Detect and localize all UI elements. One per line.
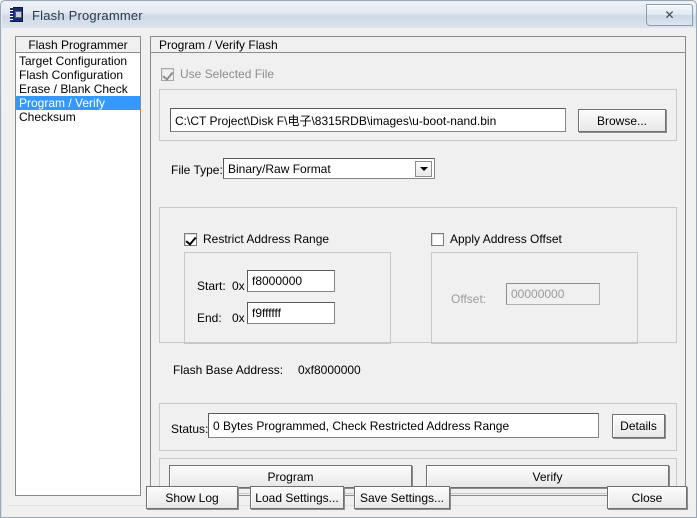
file-type-label: File Type: — [171, 163, 223, 177]
end-address-input[interactable]: f9ffffff — [247, 302, 335, 324]
use-selected-file-checkbox[interactable]: Use Selected File — [161, 67, 274, 81]
details-button[interactable]: Details — [612, 414, 665, 438]
restrict-range-subgroup — [184, 252, 391, 344]
save-settings-button[interactable]: Save Settings... — [354, 486, 450, 509]
show-log-button[interactable]: Show Log — [146, 486, 238, 509]
status-label: Status: — [171, 422, 209, 436]
checkbox-box-icon — [184, 232, 197, 246]
verify-button[interactable]: Verify — [426, 465, 669, 488]
status-input[interactable]: 0 Bytes Programmed, Check Restricted Add… — [208, 413, 599, 438]
flash-programmer-window: Flash Programmer ✕ Flash Programmer Targ… — [0, 0, 697, 518]
start-prefix-label: 0x — [232, 279, 245, 293]
apply-address-offset-checkbox[interactable]: Apply Address Offset — [431, 232, 562, 246]
file-path-input[interactable]: C:\CT Project\Disk F\电子\8315RDB\images\u… — [170, 108, 566, 132]
load-settings-button[interactable]: Load Settings... — [250, 486, 344, 509]
sidebar-item-erase-blank-check[interactable]: Erase / Blank Check — [16, 82, 140, 96]
checkbox-box-icon — [161, 67, 174, 81]
sidebar-item-program-verify[interactable]: Program / Verify — [16, 96, 140, 110]
use-selected-file-label: Use Selected File — [180, 67, 275, 81]
sidebar-list[interactable]: Target Configuration Flash Configuration… — [15, 53, 141, 496]
end-prefix-label: 0x — [232, 311, 245, 325]
end-label: End: — [197, 311, 222, 325]
file-type-value: Binary/Raw Format — [228, 161, 331, 176]
flash-base-address-label: Flash Base Address: — [173, 363, 284, 377]
footer-divider — [8, 505, 690, 506]
sidebar-item-target-configuration[interactable]: Target Configuration — [16, 54, 140, 68]
close-icon[interactable]: ✕ — [646, 4, 693, 26]
apply-address-offset-label: Apply Address Offset — [450, 232, 562, 246]
checkbox-box-icon — [431, 232, 444, 246]
file-type-select[interactable]: Binary/Raw Format — [223, 158, 435, 179]
sidebar-header: Flash Programmer — [15, 36, 141, 53]
window-title: Flash Programmer — [32, 7, 143, 23]
flash-document-icon — [9, 7, 25, 23]
close-button[interactable]: Close — [607, 486, 687, 509]
offset-label: Offset: — [451, 292, 487, 306]
flash-base-address-value: 0xf8000000 — [298, 363, 361, 377]
restrict-address-range-checkbox[interactable]: Restrict Address Range — [184, 232, 329, 246]
offset-input[interactable]: 00000000 — [506, 283, 600, 305]
start-address-input[interactable]: f8000000 — [247, 270, 335, 292]
sidebar-item-checksum[interactable]: Checksum — [16, 110, 140, 124]
restrict-address-range-label: Restrict Address Range — [203, 232, 330, 246]
panel-body: Use Selected File C:\CT Project\Disk F\电… — [150, 53, 686, 496]
chevron-down-icon[interactable] — [415, 161, 432, 177]
client-area: Flash Programmer Target Configuration Fl… — [2, 28, 696, 517]
start-label: Start: — [197, 279, 226, 293]
sidebar-item-flash-configuration[interactable]: Flash Configuration — [16, 68, 140, 82]
program-button[interactable]: Program — [169, 465, 412, 488]
browse-button[interactable]: Browse... — [578, 109, 666, 132]
title-bar: Flash Programmer ✕ — [2, 2, 696, 28]
panel-header: Program / Verify Flash — [150, 36, 686, 53]
